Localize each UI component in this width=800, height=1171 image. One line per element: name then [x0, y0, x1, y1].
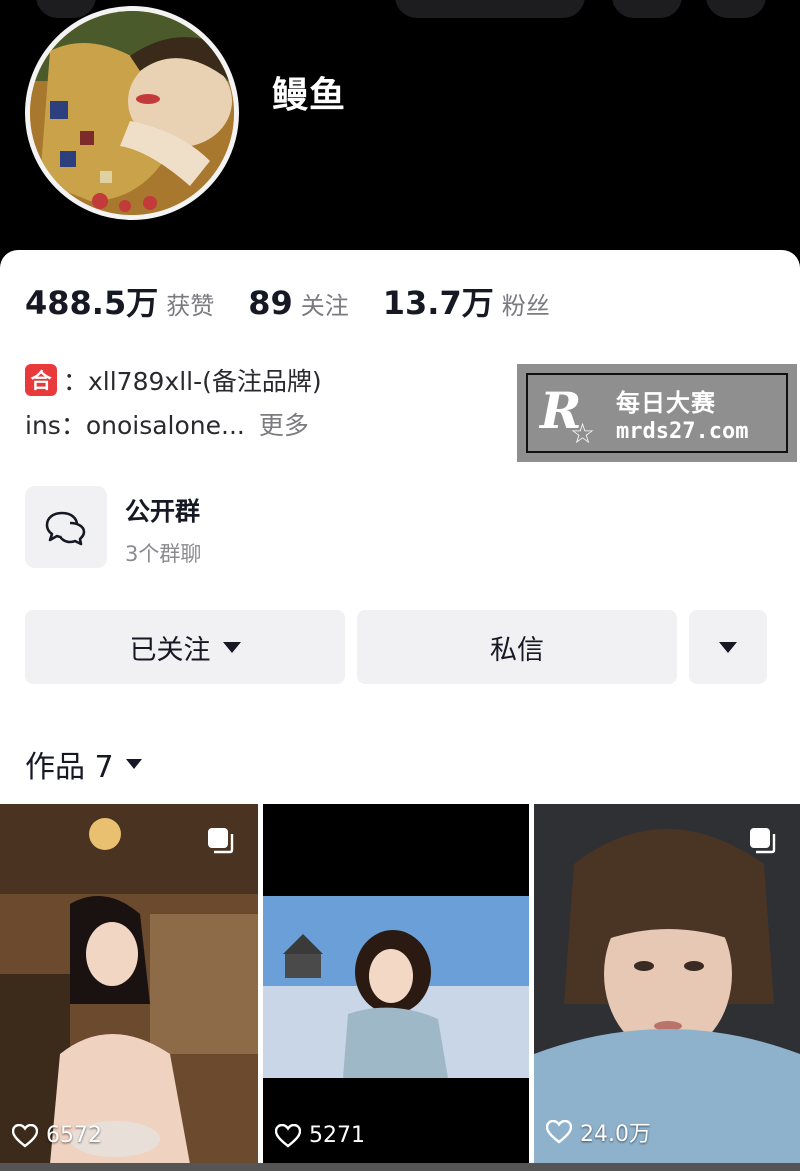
post-tile[interactable]: 24.0万 — [534, 804, 800, 1164]
watermark-url: mrds27.com — [616, 419, 749, 444]
post-thumbnail — [0, 804, 258, 1164]
profile-sheet: 488.5万 获赞 89 关注 13.7万 粉丝 合 ：xll789xll-(备… — [0, 250, 800, 810]
cooperation-badge-icon: 合 — [25, 364, 57, 396]
works-label: 作品 7 — [25, 750, 114, 785]
bio-more-link[interactable]: 更多 — [259, 406, 309, 442]
following-label[interactable]: 关注 — [301, 286, 349, 321]
works-tab[interactable]: 作品 7 — [25, 742, 142, 786]
works-grid: 6572 5271 24.0万 — [0, 804, 800, 1171]
followers-count[interactable]: 13.7万 — [383, 278, 494, 324]
post-likes: 24.0万 — [546, 1116, 651, 1148]
profile-header: 鳗鱼 — [0, 0, 800, 260]
followers-label[interactable]: 粉丝 — [502, 286, 550, 321]
heart-icon — [546, 1120, 572, 1144]
bio-contact: ：xll789xll-(备注品牌) — [63, 367, 322, 396]
post-thumbnail — [263, 804, 529, 1164]
heart-icon — [275, 1123, 301, 1148]
caret-down-icon — [719, 641, 737, 653]
heart-icon — [12, 1123, 38, 1148]
more-actions-button[interactable] — [689, 610, 767, 684]
likes-count-label: 5271 — [309, 1123, 365, 1148]
likes-count-label: 6572 — [46, 1123, 102, 1148]
caret-down-icon — [222, 641, 241, 653]
next-row-hint — [0, 1163, 800, 1171]
post-likes: 5271 — [275, 1123, 365, 1148]
following-button-label: 已关注 — [129, 634, 211, 666]
likes-count: 488.5万 — [25, 284, 159, 322]
group-chat-icon-box[interactable] — [25, 486, 107, 568]
chat-bubbles-icon — [45, 511, 86, 546]
search-bar[interactable] — [395, 0, 585, 18]
group-subtitle: 3个群聊 — [125, 542, 202, 566]
more-button[interactable] — [706, 0, 766, 18]
group-title[interactable]: 公开群 — [125, 492, 200, 528]
post-tile[interactable]: 6572 — [0, 804, 258, 1164]
likes-count-label: 24.0万 — [580, 1122, 651, 1147]
multi-image-icon — [208, 828, 234, 854]
post-thumbnail — [534, 804, 800, 1164]
post-likes: 6572 — [12, 1123, 102, 1148]
message-button[interactable]: 私信 — [357, 610, 677, 684]
bio-line-2: ins：onoisalone... 更多 — [25, 406, 309, 442]
caret-down-icon — [125, 759, 142, 769]
bio-ins: ins：onoisalone... — [25, 411, 245, 440]
multi-image-icon — [750, 828, 776, 854]
stats-row: 488.5万 获赞 89 关注 13.7万 粉丝 — [25, 278, 584, 324]
following-button[interactable]: 已关注 — [25, 610, 345, 684]
share-button[interactable] — [612, 0, 682, 18]
likes-label: 获赞 — [166, 292, 215, 320]
watermark-frame: R ☆ 每日大赛 mrds27.com — [526, 373, 788, 453]
message-button-label: 私信 — [490, 634, 544, 666]
bio-line-1: 合 ：xll789xll-(备注品牌) — [25, 362, 322, 398]
watermark: R ☆ 每日大赛 mrds27.com — [517, 364, 797, 462]
watermark-name: 每日大赛 — [616, 389, 716, 417]
avatar[interactable] — [25, 6, 239, 220]
following-count[interactable]: 89 — [248, 284, 293, 322]
nickname: 鳗鱼 — [272, 75, 347, 116]
post-tile[interactable]: 5271 — [263, 804, 529, 1164]
star-icon: ☆ — [570, 417, 596, 450]
